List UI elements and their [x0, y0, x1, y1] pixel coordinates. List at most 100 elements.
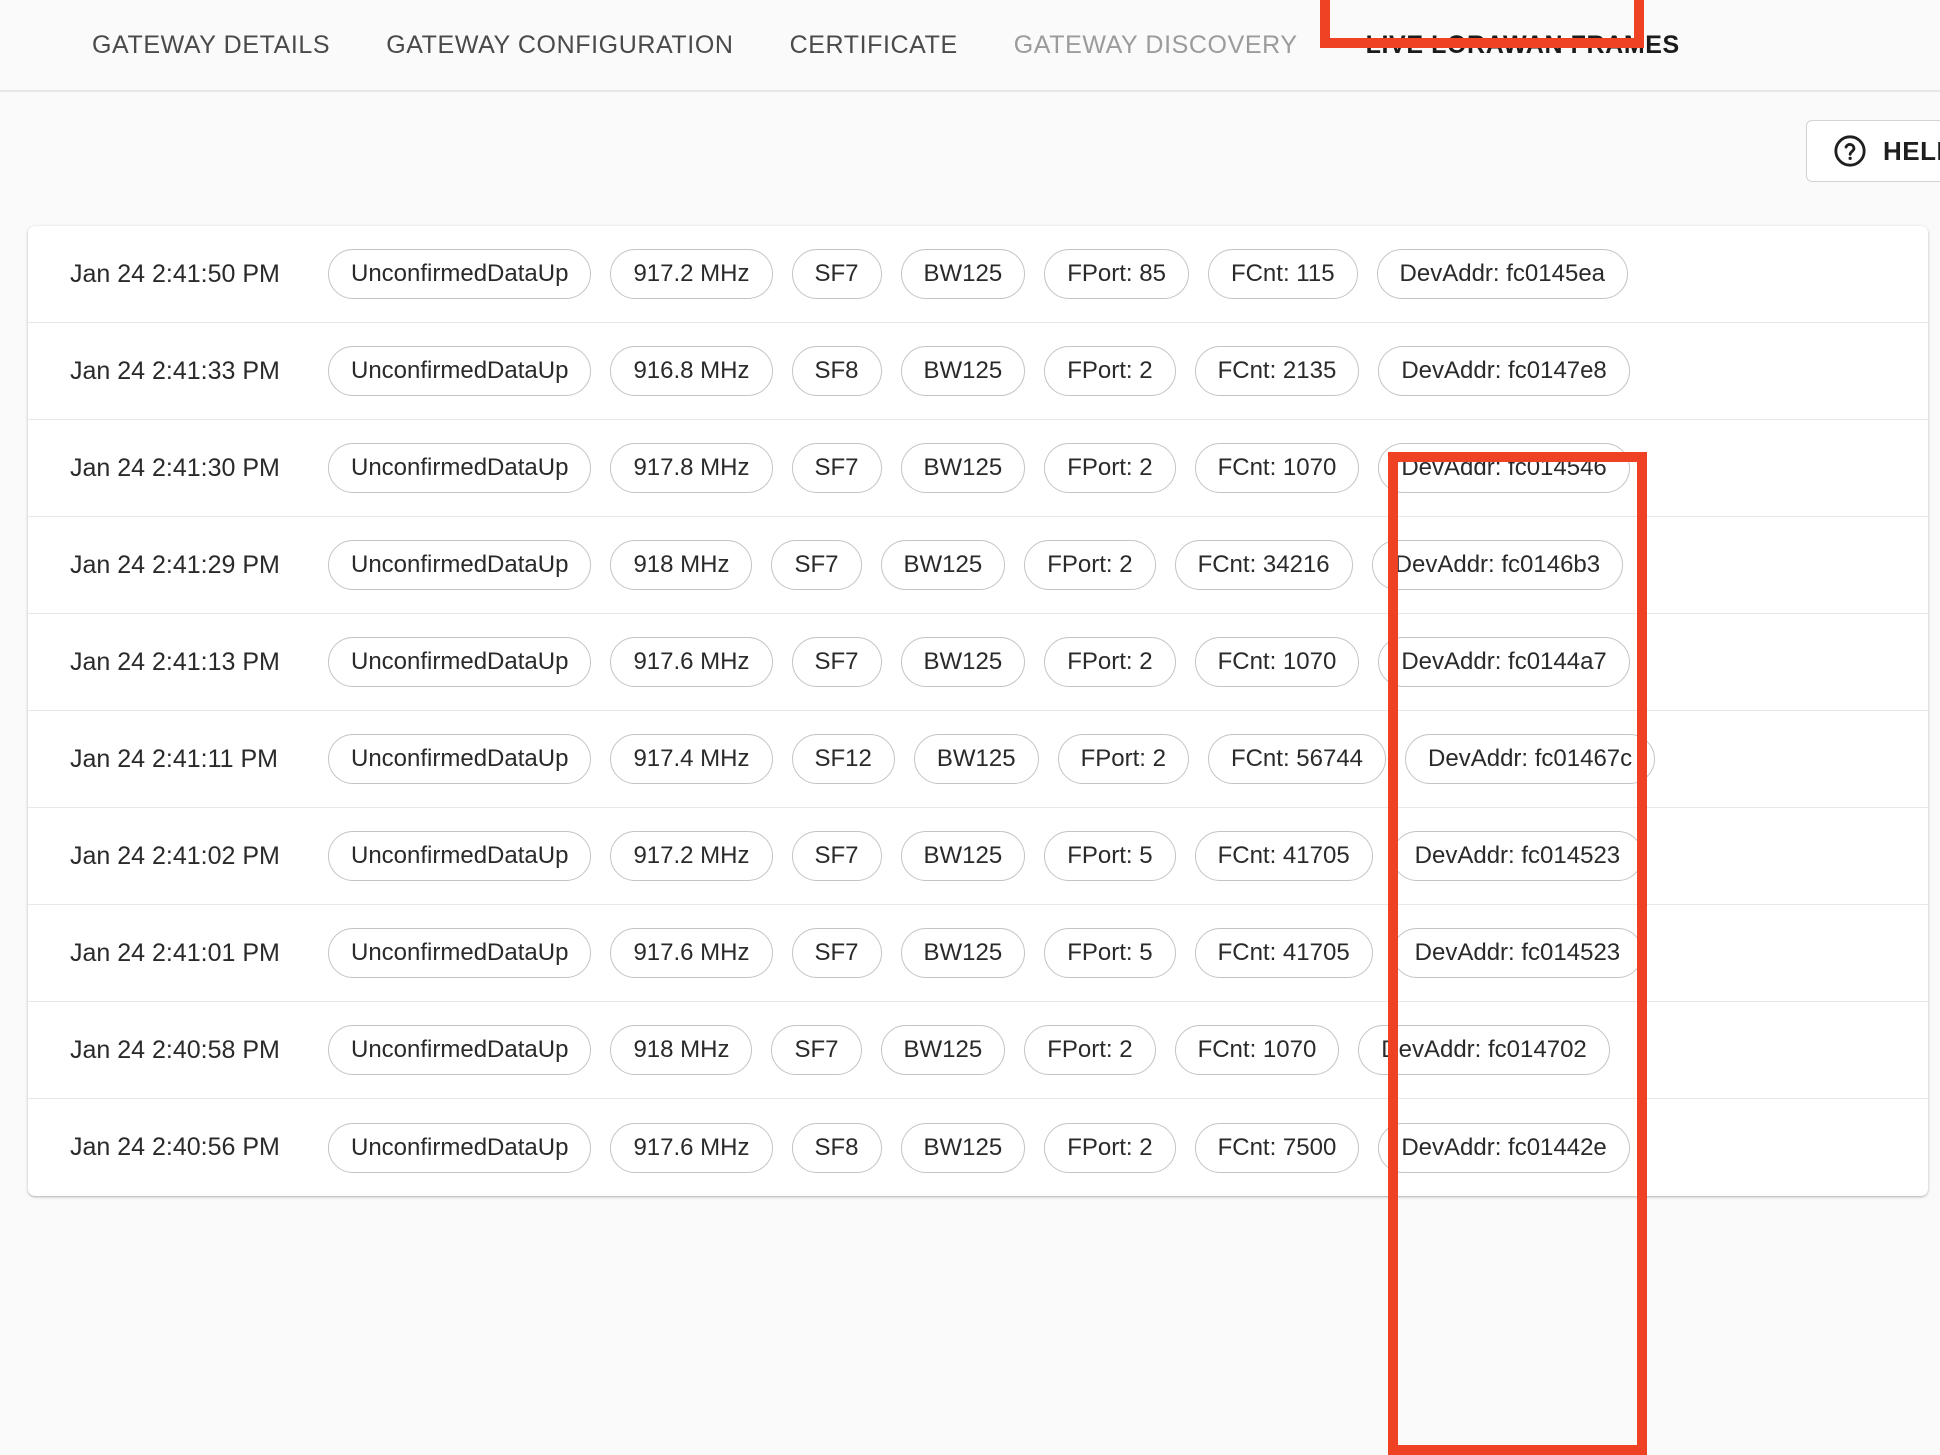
frame-timestamp: Jan 24 2:41:01 PM — [70, 938, 280, 967]
frame-chip-group: UnconfirmedDataUp 916.8 MHz SF8 BW125 FPort:… — [328, 346, 1630, 396]
question-circle-icon — [1834, 135, 1866, 167]
frame-spreading-factor-chip: SF7 — [771, 1025, 862, 1075]
frame-chip-group: UnconfirmedDataUp 917.6 MHz SF8 BW125 FPort:… — [328, 1122, 1630, 1173]
table-row[interactable]: Jan 24 2:41:11 PM UnconfirmedDataUp 917.4 … — [28, 711, 1928, 808]
frame-devaddr-chip: DevAddr: fc014546 — [1378, 443, 1630, 493]
frame-bandwidth-chip: BW125 — [900, 1122, 1026, 1173]
frame-bandwidth-chip: BW125 — [900, 346, 1026, 396]
frame-frequency-chip: 917.6 MHz — [610, 928, 773, 978]
toolbar: HELP — [0, 92, 1940, 226]
frame-type-chip: UnconfirmedDataUp — [328, 831, 592, 881]
frame-timestamp: Jan 24 2:41:11 PM — [70, 744, 279, 773]
frame-fport-chip: FPort: 2 — [1044, 637, 1176, 687]
frame-fcnt-chip: FCnt: 34216 — [1174, 540, 1353, 590]
frame-type-chip: UnconfirmedDataUp — [328, 928, 592, 978]
frame-timestamp: Jan 24 2:41:13 PM — [70, 647, 280, 676]
live-frames-card: Jan 24 2:41:50 PM UnconfirmedDataUp 917.2 … — [28, 226, 1928, 1196]
frame-chip-group: UnconfirmedDataUp 917.8 MHz SF7 BW125 FPort:… — [328, 443, 1630, 493]
frame-bandwidth-chip: BW125 — [880, 1025, 1006, 1075]
frame-fcnt-chip: FCnt: 1070 — [1194, 637, 1360, 687]
frame-chip-group: UnconfirmedDataUp 918 MHz SF7 BW125 FPort: 2… — [328, 1025, 1610, 1075]
frame-spreading-factor-chip: SF7 — [791, 249, 882, 299]
frame-timestamp: Jan 24 2:41:50 PM — [70, 259, 280, 288]
frame-devaddr-chip: DevAddr: fc0145ea — [1376, 249, 1629, 299]
tab-gateway-details[interactable]: GATEWAY DETAILS — [64, 0, 358, 91]
frame-devaddr-chip: DevAddr: fc0147e8 — [1378, 346, 1630, 396]
frame-frequency-chip: 917.6 MHz — [610, 637, 773, 687]
frame-type-chip: UnconfirmedDataUp — [328, 346, 592, 396]
tab-bar: GATEWAY DETAILS GATEWAY CONFIGURATION CE… — [0, 0, 1940, 92]
frame-spreading-factor-chip: SF7 — [791, 637, 882, 687]
frame-devaddr-chip: DevAddr: fc014523 — [1391, 928, 1644, 978]
frame-fport-chip: FPort: 2 — [1057, 734, 1189, 784]
frame-chip-group: UnconfirmedDataUp 917.6 MHz SF7 BW125 FPort:… — [328, 928, 1644, 978]
frame-fport-chip: FPort: 2 — [1044, 1122, 1176, 1173]
tab-certificate[interactable]: CERTIFICATE — [762, 0, 986, 91]
tab-live-lorawan-frames-wrap: LIVE LORAWAN FRAMES — [1319, 0, 1708, 91]
frame-timestamp: Jan 24 2:40:58 PM — [70, 1035, 280, 1064]
table-row[interactable]: Jan 24 2:41:29 PM UnconfirmedDataUp 918 MH… — [28, 517, 1928, 614]
help-button[interactable]: HELP — [1806, 120, 1940, 182]
frame-timestamp: Jan 24 2:41:33 PM — [70, 356, 280, 385]
frame-bandwidth-chip: BW125 — [900, 831, 1026, 881]
frame-fcnt-chip: FCnt: 7500 — [1194, 1122, 1360, 1173]
frames-card-area: Jan 24 2:41:50 PM UnconfirmedDataUp 917.2 … — [0, 226, 1940, 1455]
frame-frequency-chip: 916.8 MHz — [610, 346, 773, 396]
frame-fport-chip: FPort: 2 — [1044, 443, 1176, 493]
frame-type-chip: UnconfirmedDataUp — [328, 637, 592, 687]
frame-bandwidth-chip: BW125 — [900, 928, 1026, 978]
frame-spreading-factor-chip: SF7 — [771, 540, 862, 590]
frame-fcnt-chip: FCnt: 56744 — [1207, 734, 1387, 784]
frame-frequency-chip: 918 MHz — [610, 540, 753, 590]
frame-devaddr-chip: DevAddr: fc01467c — [1405, 734, 1656, 784]
frame-fcnt-chip: FCnt: 2135 — [1194, 346, 1360, 396]
frame-frequency-chip: 917.4 MHz — [610, 734, 773, 784]
frame-devaddr-chip: DevAddr: fc0146b3 — [1371, 540, 1624, 590]
table-row[interactable]: Jan 24 2:40:56 PM UnconfirmedDataUp 917.6 … — [28, 1099, 1928, 1196]
frame-bandwidth-chip: BW125 — [913, 734, 1039, 784]
frame-type-chip: UnconfirmedDataUp — [328, 443, 592, 493]
frame-type-chip: UnconfirmedDataUp — [328, 540, 592, 590]
frame-type-chip: UnconfirmedDataUp — [328, 1122, 592, 1173]
frame-bandwidth-chip: BW125 — [900, 249, 1026, 299]
frame-fport-chip: FPort: 5 — [1044, 928, 1176, 978]
frame-spreading-factor-chip: SF7 — [791, 831, 882, 881]
frame-spreading-factor-chip: SF7 — [791, 928, 882, 978]
frame-bandwidth-chip: BW125 — [900, 443, 1026, 493]
table-row[interactable]: Jan 24 2:41:01 PM UnconfirmedDataUp 917.6 … — [28, 905, 1928, 1002]
tab-gateway-discovery[interactable]: GATEWAY DISCOVERY — [986, 0, 1326, 91]
frame-devaddr-chip: DevAddr: fc01442e — [1378, 1122, 1630, 1173]
frame-frequency-chip: 918 MHz — [610, 1025, 753, 1075]
frame-spreading-factor-chip: SF7 — [791, 443, 882, 493]
table-row[interactable]: Jan 24 2:41:30 PM UnconfirmedDataUp 917.8 … — [28, 420, 1928, 517]
frame-fport-chip: FPort: 5 — [1044, 831, 1176, 881]
frame-type-chip: UnconfirmedDataUp — [328, 734, 592, 784]
frame-timestamp: Jan 24 2:41:29 PM — [70, 550, 280, 579]
frame-frequency-chip: 917.6 MHz — [610, 1122, 773, 1173]
frame-bandwidth-chip: BW125 — [880, 540, 1006, 590]
frame-devaddr-chip: DevAddr: fc014523 — [1391, 831, 1644, 881]
frame-spreading-factor-chip: SF8 — [791, 1122, 882, 1173]
frame-chip-group: UnconfirmedDataUp 917.6 MHz SF7 BW125 FPort:… — [328, 637, 1630, 687]
tab-live-lorawan-frames[interactable]: LIVE LORAWAN FRAMES — [1338, 0, 1708, 91]
frame-frequency-chip: 917.2 MHz — [610, 831, 773, 881]
frame-fcnt-chip: FCnt: 115 — [1207, 249, 1358, 299]
table-row[interactable]: Jan 24 2:41:13 PM UnconfirmedDataUp 917.6 … — [28, 614, 1928, 711]
frame-type-chip: UnconfirmedDataUp — [328, 1025, 592, 1075]
frame-fport-chip: FPort: 85 — [1044, 249, 1189, 299]
frame-fport-chip: FPort: 2 — [1044, 346, 1176, 396]
frame-fcnt-chip: FCnt: 41705 — [1194, 928, 1373, 978]
table-row[interactable]: Jan 24 2:41:02 PM UnconfirmedDataUp 917.2 … — [28, 808, 1928, 905]
table-row[interactable]: Jan 24 2:40:58 PM UnconfirmedDataUp 918 MH… — [28, 1002, 1928, 1099]
frame-spreading-factor-chip: SF12 — [791, 734, 895, 784]
frame-bandwidth-chip: BW125 — [900, 637, 1026, 687]
frame-frequency-chip: 917.2 MHz — [610, 249, 773, 299]
table-row[interactable]: Jan 24 2:41:33 PM UnconfirmedDataUp 916.8 … — [28, 323, 1928, 420]
frame-fcnt-chip: FCnt: 1070 — [1174, 1025, 1340, 1075]
table-row[interactable]: Jan 24 2:41:50 PM UnconfirmedDataUp 917.2 … — [28, 226, 1928, 323]
frame-spreading-factor-chip: SF8 — [791, 346, 882, 396]
tab-gateway-configuration[interactable]: GATEWAY CONFIGURATION — [358, 0, 761, 91]
frame-devaddr-chip: DevAddr: fc014702 — [1358, 1025, 1610, 1075]
frame-fport-chip: FPort: 2 — [1024, 540, 1156, 590]
frame-timestamp: Jan 24 2:41:02 PM — [70, 841, 280, 870]
